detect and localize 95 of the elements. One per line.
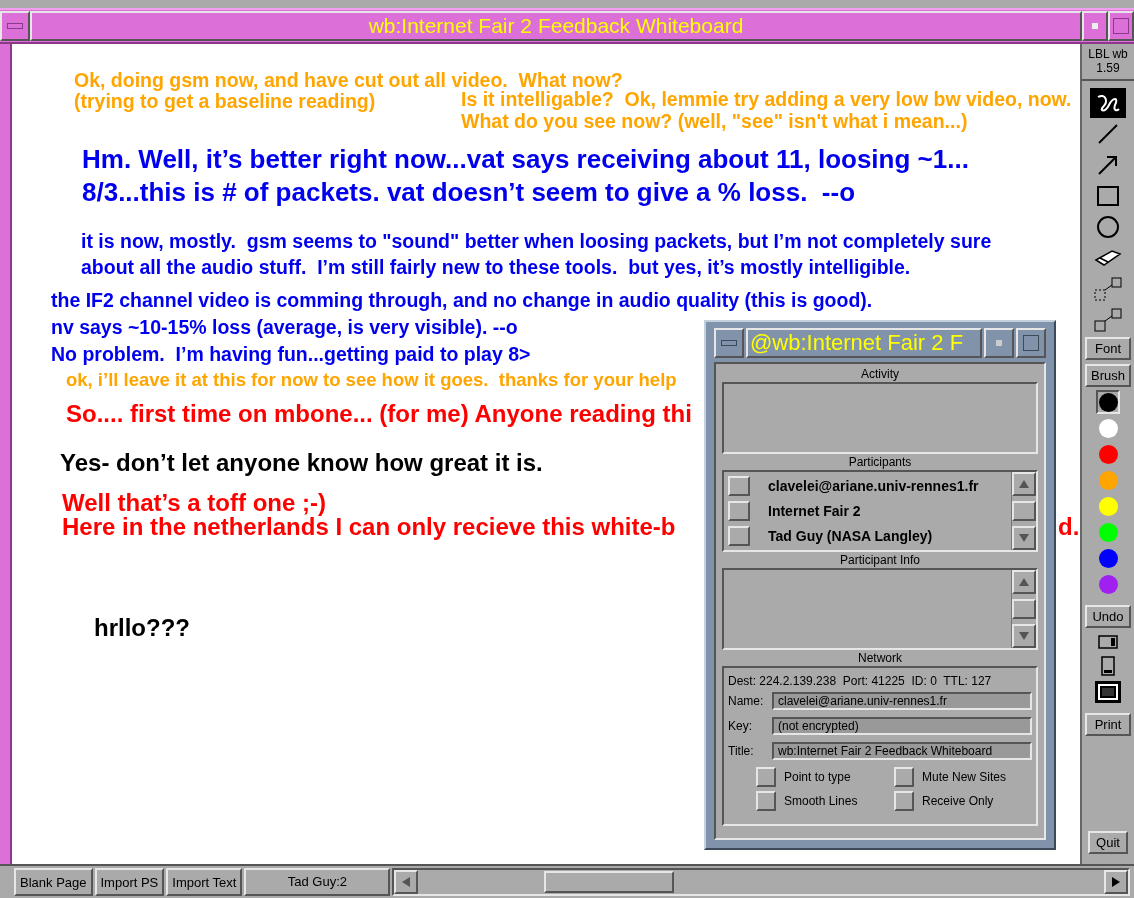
up-triangle-icon: [1018, 479, 1030, 489]
text-field[interactable]: wb:Internet Fair 2 Feedback Whiteboard: [772, 741, 1032, 760]
down-triangle-icon: [1018, 631, 1030, 641]
scroll-up-button[interactable]: [1012, 472, 1036, 496]
whiteboard-text: it is now, mostly. gsm seems to "sound" better when loosing packets, but I’m not completely sure: [81, 229, 992, 254]
whiteboard-text: What do you see now? (well, "see" isn't what i mean...): [461, 110, 968, 132]
maximize-button[interactable]: [1108, 11, 1134, 41]
square-icon: [1023, 335, 1039, 351]
bar-icon: [721, 340, 737, 346]
page-scrollbar[interactable]: [392, 868, 1130, 896]
toolbar-button[interactable]: Blank Page: [14, 868, 93, 896]
full-page-icon: [1096, 682, 1120, 702]
window-title: wb:Internet Fair 2 Feedback Whiteboard: [30, 11, 1082, 41]
up-triangle-icon: [1018, 577, 1030, 587]
network-info: Dest: 224.2.139.238 Port: 41225 ID: 0 TTL: 127: [728, 674, 993, 688]
font-button[interactable]: Font: [1085, 337, 1131, 360]
page-size-button[interactable]: [1099, 654, 1117, 678]
window-menu-button[interactable]: [714, 328, 744, 358]
toolbar-button[interactable]: Import Text: [166, 868, 243, 896]
tool-button[interactable]: [1090, 88, 1126, 118]
maximize-button[interactable]: [1016, 328, 1046, 358]
quit-button[interactable]: Quit: [1088, 831, 1128, 854]
participant-name[interactable]: Tad Guy (NASA Langley): [768, 527, 933, 544]
whiteboard-text: Hm. Well, it’s better right now...vat says receiving about 11, loosing ~1...: [82, 143, 969, 176]
whiteboard-canvas[interactable]: [12, 44, 1080, 864]
whiteboard-text: 8/3...this is # of packets. vat doesn’t seem to give a % loss. --o: [82, 176, 856, 209]
square-icon: [1113, 18, 1129, 34]
left-triangle-icon: [401, 876, 412, 888]
page-label: Tad Guy:2: [244, 868, 391, 896]
scroll-thumb[interactable]: [1012, 501, 1036, 521]
dialog-title: @wb:Internet Fair 2 F: [746, 328, 982, 358]
copy-icon: [1093, 276, 1123, 302]
page-size-button[interactable]: [1095, 681, 1121, 703]
field-label: Key:: [728, 718, 753, 733]
option-checkbox[interactable]: [756, 767, 776, 787]
section-label: Participant Info: [838, 552, 921, 568]
field-label: Title:: [728, 743, 755, 758]
option-label: Receive Only: [922, 794, 994, 808]
arrow-icon: [1096, 153, 1120, 177]
whiteboard-text: the IF2 channel video is comming through, and no change in audio quality (this is good).: [51, 288, 873, 313]
participant-name[interactable]: Internet Fair 2: [768, 503, 861, 519]
landscape-page-icon: [1097, 634, 1119, 650]
option-checkbox[interactable]: [894, 767, 914, 787]
scroll-left-button[interactable]: [394, 870, 419, 894]
scroll-down-button[interactable]: [1012, 526, 1036, 550]
bar-icon: [7, 23, 23, 29]
option-label: Point to type: [784, 770, 851, 784]
whiteboard-text: about all the audio stuff. I’m still fairly new to these tools. but yes, it’s mostly intelligible.: [81, 255, 911, 280]
eraser-icon: [1094, 248, 1122, 268]
scroll-thumb[interactable]: [1012, 599, 1036, 619]
option-label: Smooth Lines: [784, 794, 858, 808]
whiteboard-text: No problem. I’m having fun...getting paid to play 8>: [51, 342, 531, 367]
minimize-button[interactable]: [984, 328, 1014, 358]
whiteboard-text: ok, i’ll leave it at this for now to see how it goes. thanks for your help: [66, 369, 677, 390]
whiteboard-text: Ok, doing gsm now, and have cut out all video. What now?: [74, 70, 623, 91]
line-icon: [1096, 122, 1120, 146]
scroll-up-button[interactable]: [1012, 570, 1036, 594]
scroll-right-button[interactable]: [1104, 870, 1128, 894]
scroll-down-button[interactable]: [1012, 624, 1036, 648]
whiteboard-text: Is it intelligable? Ok, lemmie try adding a very low bw video, now.: [461, 88, 1072, 110]
participant-toggle[interactable]: [728, 476, 750, 497]
option-label: Mute New Sites: [922, 770, 1007, 784]
circle-icon: [1096, 215, 1120, 239]
down-triangle-icon: [1018, 533, 1030, 543]
whiteboard-text: Here in the netherlands I can only recieve this white-b: [62, 515, 676, 539]
whiteboard-text: (trying to get a baseline reading): [74, 91, 376, 112]
brush-button[interactable]: Brush: [1085, 364, 1131, 387]
move-icon: [1093, 307, 1123, 333]
portrait-page-icon: [1100, 655, 1116, 677]
field-label: Name:: [728, 693, 765, 708]
page-size-button[interactable]: [1096, 633, 1120, 651]
minimize-button[interactable]: [1082, 11, 1108, 41]
option-checkbox[interactable]: [756, 791, 776, 811]
window-menu-button[interactable]: [0, 11, 30, 41]
option-checkbox[interactable]: [894, 791, 914, 811]
version-label: LBL wb 1.59: [1082, 44, 1134, 81]
text-field[interactable]: (not encrypted): [772, 716, 1032, 735]
whiteboard-text: So.... first time on mbone... (for me) Anyone reading thi: [66, 402, 692, 426]
scroll-thumb[interactable]: [544, 871, 675, 893]
participant-toggle[interactable]: [728, 501, 750, 521]
whiteboard-text: Yes- don’t let anyone know how great it is.: [60, 451, 543, 475]
section-label: Activity: [860, 366, 900, 382]
rectangle-icon: [1096, 185, 1120, 207]
text-field[interactable]: clavelei@ariane.univ-rennes1.fr: [772, 691, 1032, 710]
whiteboard-text: nv says ~10-15% loss (average, is very visible). --o: [51, 315, 518, 340]
toolbar-button[interactable]: Import PS: [94, 868, 165, 896]
section-label: Network: [857, 650, 903, 666]
whiteboard-text: d.: [1058, 515, 1080, 539]
print-button[interactable]: Print: [1085, 713, 1131, 736]
section-label: Participants: [847, 454, 913, 470]
participant-toggle[interactable]: [728, 525, 750, 546]
right-triangle-icon: [1111, 876, 1121, 888]
whiteboard-text: hrllo???: [94, 616, 190, 640]
participant-name[interactable]: clavelei@ariane.univ-rennes1.fr: [768, 478, 979, 495]
undo-button[interactable]: Undo: [1085, 605, 1131, 628]
